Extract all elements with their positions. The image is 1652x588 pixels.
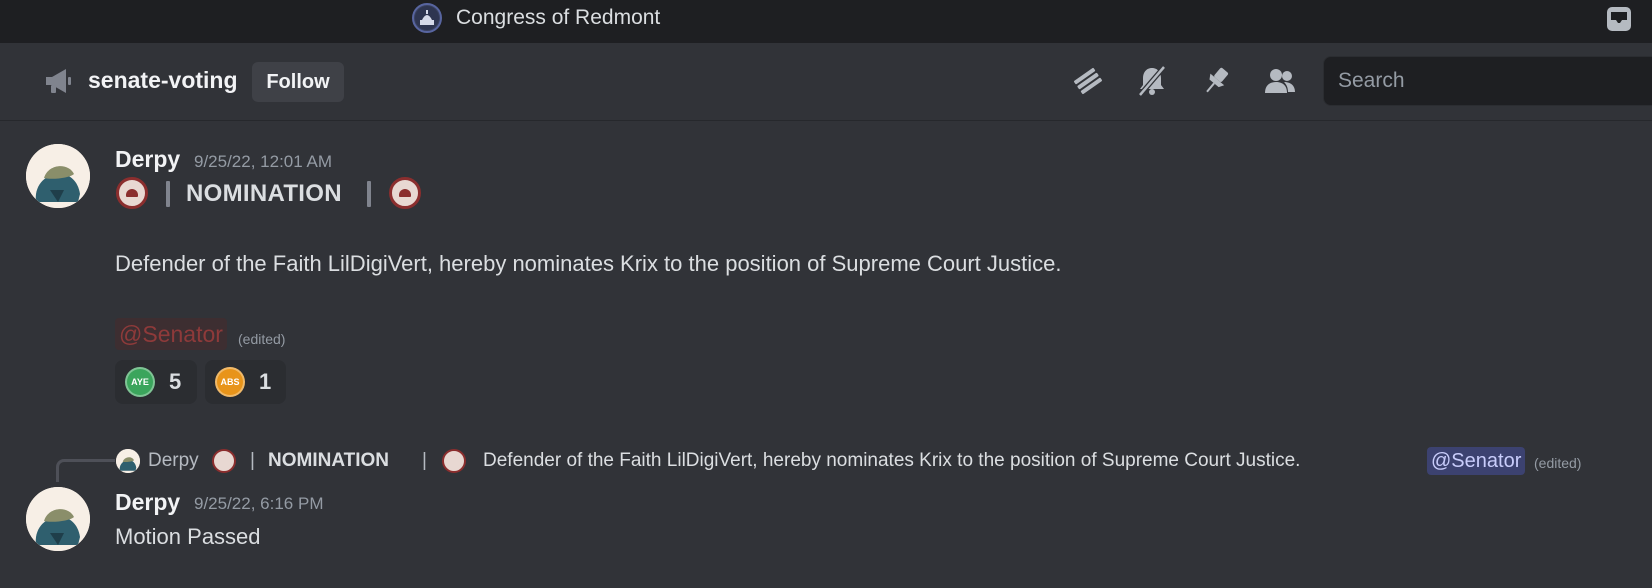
abs-emoji: ABS xyxy=(215,367,245,397)
reaction-count: 5 xyxy=(169,369,182,394)
reply-separator: | xyxy=(422,450,427,471)
megaphone-icon xyxy=(42,65,74,97)
search-input[interactable]: Search xyxy=(1323,56,1652,106)
reply-separator: | xyxy=(250,450,255,471)
seal-emoji xyxy=(212,449,236,473)
reply-avatar[interactable] xyxy=(116,449,140,473)
seal-emoji xyxy=(442,449,466,473)
threads-icon[interactable] xyxy=(1070,63,1106,99)
reply-author[interactable]: Derpy xyxy=(148,450,199,472)
channel-name: senate-voting xyxy=(88,67,238,93)
reply-spine xyxy=(56,459,115,482)
reaction-abs[interactable]: ABS 1 xyxy=(205,360,286,404)
title-bar: Congress of Redmont xyxy=(0,0,1652,43)
channel-header: senate-voting Follow Search xyxy=(0,43,1652,121)
timestamp: 9/25/22, 6:16 PM xyxy=(194,494,324,513)
notifications-muted-icon[interactable] xyxy=(1134,63,1170,99)
reply-heading: NOMINATION xyxy=(268,450,390,471)
author-name[interactable]: Derpy xyxy=(115,489,180,516)
edited-label: (edited) xyxy=(238,331,286,347)
seal-emoji xyxy=(389,177,421,209)
inbox-icon[interactable] xyxy=(1604,4,1634,34)
author-name[interactable]: Derpy xyxy=(115,146,180,173)
reply-role-mention[interactable]: @Senator xyxy=(1427,447,1526,475)
message-body: Motion Passed xyxy=(115,524,261,549)
timestamp: 9/25/22, 12:01 AM xyxy=(194,152,332,171)
message-body: Defender of the Faith LilDigiVert, hereb… xyxy=(115,251,1062,276)
separator xyxy=(166,181,170,207)
follow-button[interactable]: Follow xyxy=(252,62,344,102)
role-mention[interactable]: @Senator xyxy=(115,318,227,350)
message-heading: NOMINATION xyxy=(186,180,342,207)
avatar[interactable] xyxy=(26,144,90,208)
aye-emoji: AYE xyxy=(125,367,155,397)
reaction-aye[interactable]: AYE 5 xyxy=(115,360,197,404)
reply-text[interactable]: Defender of the Faith LilDigiVert, hereb… xyxy=(483,450,1300,472)
pin-icon[interactable] xyxy=(1198,63,1234,99)
capitol-icon xyxy=(412,3,442,33)
server-name[interactable]: Congress of Redmont xyxy=(456,6,660,30)
seal-emoji xyxy=(116,177,148,209)
reaction-count: 1 xyxy=(259,369,272,394)
reply-edited-label: (edited) xyxy=(1534,455,1582,471)
members-icon[interactable] xyxy=(1262,63,1298,99)
separator xyxy=(367,181,371,207)
avatar[interactable] xyxy=(26,487,90,551)
